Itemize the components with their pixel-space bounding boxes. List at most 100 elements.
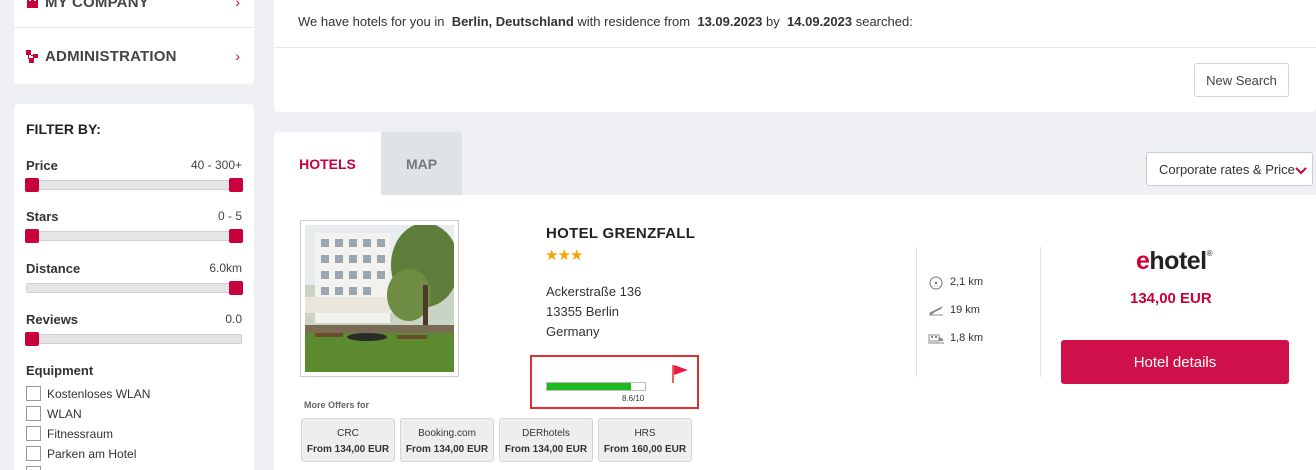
price-min-handle[interactable]	[25, 178, 39, 192]
reviews-slider[interactable]	[25, 332, 242, 346]
reviews-label: Reviews	[26, 312, 79, 327]
nav-item-administration[interactable]: ADMINISTRATION ›	[14, 30, 254, 82]
hotel-image	[305, 225, 454, 372]
reviews-handle[interactable]	[25, 332, 39, 346]
filter-panel: FILTER BY: Price 40 - 300+ Stars 0 - 5 D…	[14, 104, 254, 470]
checkbox[interactable]	[26, 466, 41, 470]
hotel-result-card: HOTEL GRENZFALL ★★★ Ackerstraße 136 1335…	[274, 195, 1316, 470]
price-label: Price	[26, 158, 58, 173]
address-line: Ackerstraße 136	[546, 284, 642, 299]
airplane-icon	[928, 304, 944, 316]
search-summary-text: We have hotels for you in Berlin, Deutsc…	[298, 14, 913, 29]
offer-price: From 134,00 EUR	[306, 444, 390, 455]
summary-prefix: We have hotels for you in	[298, 14, 445, 29]
tab-map[interactable]: MAP	[381, 132, 462, 195]
chevron-right-icon: ›	[235, 48, 240, 64]
org-chart-icon	[26, 49, 39, 63]
equipment-option-label: WLAN	[47, 406, 82, 421]
equipment-option-label: Parken am Hotel	[47, 446, 137, 461]
equipment-option-label: Fitnessraum	[47, 426, 114, 441]
distance-center: 2,1 km	[928, 276, 984, 290]
logo-e: e	[1136, 247, 1150, 275]
chevron-right-icon: ›	[235, 0, 240, 10]
offer-provider: DERhotels	[522, 428, 570, 439]
nav-item-my-company[interactable]: MY COMPANY ›	[14, 0, 254, 28]
offer-provider: Booking.com	[418, 428, 476, 439]
distance-value: 6.0km	[209, 261, 242, 275]
checkbox[interactable]	[26, 406, 41, 421]
equipment-option[interactable]: WLAN	[26, 406, 82, 421]
divider	[916, 247, 917, 377]
distance-value: 19 km	[950, 304, 980, 316]
chevron-down-icon	[1295, 162, 1307, 178]
offer-provider: CRC	[337, 428, 359, 439]
checkbox[interactable]	[26, 386, 41, 401]
hotel-photo[interactable]	[300, 220, 459, 377]
star-rating: ★★★	[545, 247, 583, 264]
sort-selected-value: Corporate rates & Price	[1159, 161, 1295, 177]
offer-button[interactable]: Booking.com From 134,00 EUR	[400, 418, 494, 462]
address-line: 13355 Berlin	[546, 304, 619, 319]
checkbox[interactable]	[26, 426, 41, 441]
distance-value: 2,1 km	[950, 276, 984, 288]
offer-price: From 134,00 EUR	[504, 444, 588, 455]
summary-date-to: 14.09.2023	[787, 14, 853, 29]
logo-text: hotel	[1149, 247, 1207, 275]
offer-button[interactable]: HRS From 160,00 EUR	[598, 418, 692, 462]
distance-label: Distance	[26, 261, 81, 276]
equipment-option[interactable]: Fitnessraum	[26, 426, 113, 441]
rating-bar-fill	[547, 383, 632, 390]
equipment-option-label: Kostenloses WLAN	[47, 386, 151, 401]
summary-date-from: 13.09.2023	[697, 14, 763, 29]
price-value: 40 - 300+	[190, 158, 242, 172]
offer-price: From 134,00 EUR	[405, 444, 489, 455]
distance-slider[interactable]	[26, 281, 243, 295]
hotel-name[interactable]: HOTEL GRENZFALL	[546, 225, 695, 242]
stars-max-handle[interactable]	[229, 229, 243, 243]
distance-station: 1,8 km	[928, 332, 983, 344]
price-slider[interactable]	[25, 178, 243, 192]
flag-icon[interactable]	[670, 363, 690, 385]
hotel-details-button[interactable]: Hotel details	[1061, 340, 1289, 384]
offer-price: From 160,00 EUR	[603, 444, 687, 455]
offer-provider: HRS	[634, 428, 656, 439]
divider	[14, 27, 254, 28]
stars-label: Stars	[26, 209, 59, 224]
equipment-option[interactable]: Kostenloses WLAN	[26, 386, 150, 401]
hotel-price: 134,00 EUR	[1130, 290, 1212, 307]
summary-by: by	[766, 14, 780, 29]
sort-select[interactable]: Corporate rates & Price	[1146, 152, 1313, 186]
divider	[1040, 247, 1041, 377]
search-summary: We have hotels for you in Berlin, Deutsc…	[274, 0, 1316, 112]
new-search-button[interactable]: New Search	[1194, 63, 1289, 97]
price-max-handle[interactable]	[229, 178, 243, 192]
summary-location: Berlin, Deutschland	[451, 14, 574, 29]
equipment-title: Equipment	[26, 363, 94, 378]
offer-button[interactable]: DERhotels From 134,00 EUR	[499, 418, 593, 462]
summary-suffix: searched:	[855, 14, 913, 29]
sidebar-nav: MY COMPANY › ADMINISTRATION ›	[14, 0, 254, 84]
distance-airport: 19 km	[928, 304, 980, 316]
train-icon	[928, 332, 944, 344]
divider	[274, 47, 1316, 48]
offer-button[interactable]: CRC From 134,00 EUR	[301, 418, 395, 462]
equipment-option[interactable]	[26, 466, 47, 470]
reviews-value: 0.0	[225, 312, 242, 326]
tab-hotels[interactable]: HOTELS	[274, 132, 381, 195]
stars-value: 0 - 5	[217, 209, 242, 223]
address-line: Germany	[546, 324, 600, 339]
checkbox[interactable]	[26, 446, 41, 461]
filter-title: FILTER BY:	[26, 121, 101, 137]
summary-residence-from: with residence from	[577, 14, 691, 29]
stars-min-handle[interactable]	[25, 229, 39, 243]
stars-slider[interactable]	[25, 229, 243, 243]
distance-handle[interactable]	[229, 281, 243, 295]
distance-value: 1,8 km	[950, 332, 984, 344]
equipment-option[interactable]: Parken am Hotel	[26, 446, 136, 461]
building-icon	[26, 0, 39, 9]
rating-bar	[546, 382, 646, 391]
ehotel-logo: ehotel®	[1136, 247, 1213, 276]
center-target-icon	[928, 276, 944, 290]
nav-item-label: MY COMPANY	[45, 0, 149, 11]
rating-score: 8.6/10	[622, 394, 645, 403]
